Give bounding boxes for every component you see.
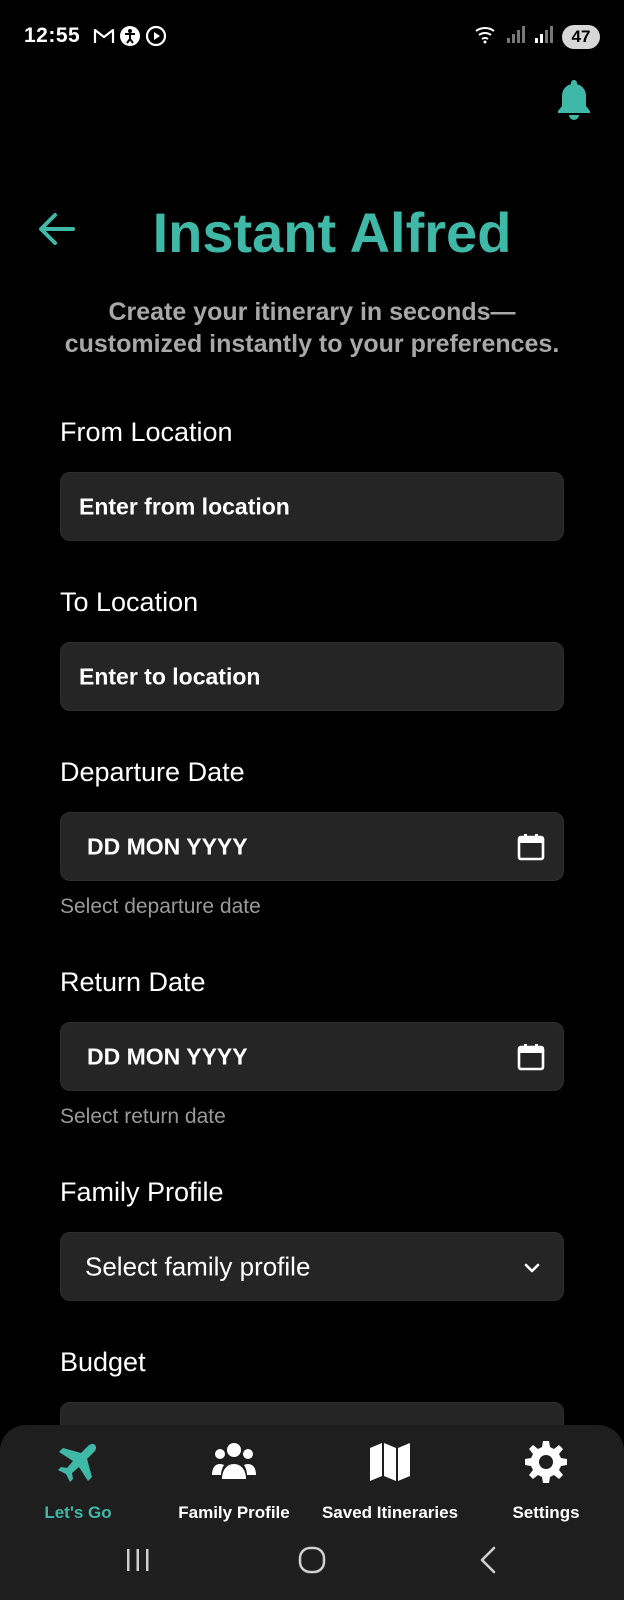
signal-icon-2: [534, 24, 556, 49]
page-title: Instant Alfred: [152, 201, 512, 264]
chevron-down-icon: [523, 1261, 541, 1273]
from-location-input[interactable]: Enter from location: [60, 472, 564, 541]
return-date-helper: Select return date: [60, 1105, 226, 1128]
departure-date-input[interactable]: DD MON YYYY: [60, 812, 564, 881]
plane-icon: [58, 1443, 97, 1482]
page-subtitle: Create your itinerary in seconds—customi…: [64, 298, 560, 358]
departure-date-label: Departure Date: [60, 757, 245, 787]
status-time: 12:55: [24, 24, 81, 47]
to-location-placeholder: Enter to location: [79, 663, 261, 689]
return-date-value: DD MON YYYY: [87, 1043, 248, 1069]
nav-item-settings[interactable]: Settings: [471, 1439, 621, 1523]
notification-icons: [93, 25, 167, 47]
battery-indicator: 47: [562, 24, 600, 49]
departure-date-value: DD MON YYYY: [87, 833, 248, 859]
from-location-label: From Location: [60, 417, 233, 447]
family-profile-label: Family Profile: [60, 1177, 224, 1207]
gear-icon: [525, 1441, 567, 1483]
nav-label-family-profile: Family Profile: [178, 1503, 290, 1522]
nav-label-settings: Settings: [512, 1503, 580, 1522]
accessibility-icon: [119, 25, 141, 47]
system-navigation: [0, 1543, 624, 1583]
calendar-icon[interactable]: [517, 1043, 545, 1071]
nav-item-saved-itineraries[interactable]: Saved Itineraries: [315, 1439, 465, 1523]
recents-icon[interactable]: [118, 1543, 158, 1579]
budget-label: Budget: [60, 1347, 146, 1377]
from-location-placeholder: Enter from location: [79, 493, 290, 519]
nav-label-saved-itineraries: Saved Itineraries: [321, 1503, 459, 1522]
calendar-icon[interactable]: [517, 833, 545, 861]
nav-item-lets-go[interactable]: Let's Go: [3, 1439, 153, 1523]
family-profile-value: Select family profile: [85, 1251, 311, 1281]
status-bar: 12:55 47: [0, 0, 624, 76]
notification-bell-icon[interactable]: [555, 78, 593, 120]
home-icon[interactable]: [292, 1543, 332, 1579]
users-icon: [212, 1443, 256, 1479]
nav-label-lets-go: Let's Go: [44, 1503, 112, 1522]
departure-date-helper: Select departure date: [60, 895, 261, 918]
return-date-input[interactable]: DD MON YYYY: [60, 1022, 564, 1091]
wifi-icon: [474, 24, 500, 49]
to-location-input[interactable]: Enter to location: [60, 642, 564, 711]
play-icon: [145, 25, 167, 47]
map-icon: [370, 1443, 410, 1481]
return-date-label: Return Date: [60, 967, 206, 997]
back-icon[interactable]: [468, 1543, 508, 1579]
nav-item-family-profile[interactable]: Family Profile: [159, 1439, 309, 1523]
to-location-label: To Location: [60, 587, 199, 617]
bottom-navigation: Let's Go Family Profile Saved Itinerarie…: [0, 1425, 624, 1600]
family-profile-select[interactable]: Select family profile: [60, 1232, 564, 1301]
signal-icon: [506, 24, 528, 49]
gmail-icon: [93, 25, 115, 47]
system-indicators: 47: [474, 24, 600, 49]
